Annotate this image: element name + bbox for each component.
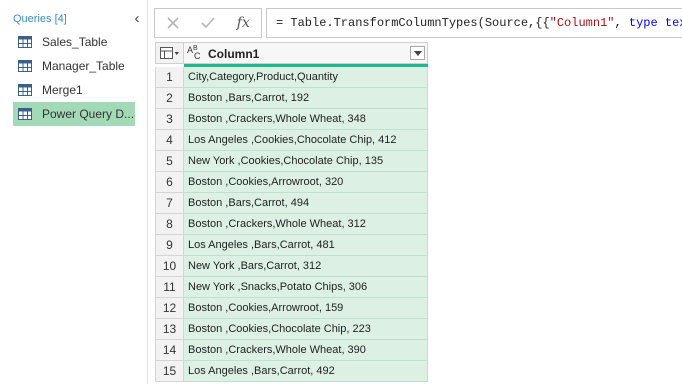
column-name: Column1 [208,47,260,61]
row-number[interactable]: 14 [155,340,184,361]
query-item-label: Power Query D... [42,107,135,121]
table-icon [18,36,32,48]
table-menu-button[interactable] [155,42,184,64]
table-cell[interactable]: Boston ,Cookies,Arrowroot, 159 [184,298,428,319]
commit-formula-button[interactable] [190,9,225,37]
table-row: 7 Boston ,Bars,Carrot, 494 [155,193,428,214]
table-icon [18,84,32,96]
table-cell[interactable]: New York ,Cookies,Chocolate Chip, 135 [184,151,428,172]
table-row: 2 Boston ,Bars,Carrot, 192 [155,88,428,109]
query-item[interactable]: Sales_Table [13,30,135,54]
fx-icon: fx [236,15,250,31]
close-icon [167,17,179,29]
query-item[interactable]: Merge1 [13,78,135,102]
row-number[interactable]: 3 [155,109,184,130]
query-item-label: Merge1 [42,83,83,97]
table-cell[interactable]: Boston ,Crackers,Whole Wheat, 312 [184,214,428,235]
table-icon [18,60,32,72]
row-number[interactable]: 4 [155,130,184,151]
table-row: 11 New York ,Snacks,Potato Chips, 306 [155,277,428,298]
collapse-pane-button[interactable]: ‹ [130,9,144,27]
check-icon [201,17,215,29]
table-cell[interactable]: Los Angeles ,Cookies,Chocolate Chip, 412 [184,130,428,151]
table-row: 3 Boston ,Crackers,Whole Wheat, 348 [155,109,428,130]
row-number[interactable]: 12 [155,298,184,319]
table-row: 6 Boston ,Cookies,Arrowroot, 320 [155,172,428,193]
row-number[interactable]: 8 [155,214,184,235]
chevron-down-icon [413,50,422,56]
table-row: 8 Boston ,Crackers,Whole Wheat, 312 [155,214,428,235]
table-row: 15 Los Angeles ,Bars,Carrot, 492 [155,361,428,382]
row-number[interactable]: 10 [155,256,184,277]
queries-header: Queries [4] [13,13,67,25]
row-number[interactable]: 9 [155,235,184,256]
table-cell[interactable]: New York ,Snacks,Potato Chips, 306 [184,277,428,298]
table-cell[interactable]: Boston ,Crackers,Whole Wheat, 348 [184,109,428,130]
row-number[interactable]: 5 [155,151,184,172]
table-row: 9 Los Angeles ,Bars,Carrot, 481 [155,235,428,256]
formula-string-token: "Column1" [549,16,615,30]
query-list: Sales_Table Manager_Table Merge1 Power Quer… [13,30,135,126]
table-cell[interactable]: Boston ,Cookies,Arrowroot, 320 [184,172,428,193]
row-number[interactable]: 6 [155,172,184,193]
table-row: 5 New York ,Cookies,Chocolate Chip, 135 [155,151,428,172]
column-header[interactable]: A B C Column1 [184,42,428,64]
formula-input[interactable]: = Table.TransformColumnTypes(Source,{{"C… [266,8,682,38]
row-number[interactable]: 7 [155,193,184,214]
text-type-icon[interactable]: A B C [187,45,204,62]
column-filter-button[interactable] [410,46,425,60]
query-item-label: Sales_Table [42,35,108,49]
table-row: 10 New York ,Bars,Carrot, 312 [155,256,428,277]
table-row: 1 City,Category,Product,Quantity [155,67,428,88]
query-item[interactable]: Manager_Table [13,54,135,78]
row-number[interactable]: 15 [155,361,184,382]
table-cell[interactable]: City,Category,Product,Quantity [184,67,428,88]
table-cell[interactable]: New York ,Bars,Carrot, 312 [184,256,428,277]
row-number[interactable]: 1 [155,67,184,88]
formula-text-part: = Table.TransformColumnTypes(Source,{{ [276,16,550,30]
table-row: 13 Boston ,Cookies,Chocolate Chip, 223 [155,319,428,340]
table-row: 12 Boston ,Cookies,Arrowroot, 159 [155,298,428,319]
table-menu-icon [159,47,179,59]
queries-pane: Queries [4] ‹ Sales_Table Manager_Table Me… [0,0,148,384]
formula-actions: fx [154,8,262,38]
data-grid: A B C Column1 1 City,Category,Product,Qua… [155,42,428,384]
chevron-left-icon: ‹ [134,9,140,27]
table-row: 14 Boston ,Crackers,Whole Wheat, 390 [155,340,428,361]
row-number[interactable]: 13 [155,319,184,340]
formula-text-part: , [614,16,629,30]
table-row: 4 Los Angeles ,Cookies,Chocolate Chip, 41… [155,130,428,151]
table-cell[interactable]: Boston ,Bars,Carrot, 192 [184,88,428,109]
query-item[interactable]: Power Query D... [13,102,135,126]
table-cell[interactable]: Boston ,Crackers,Whole Wheat, 390 [184,340,428,361]
table-cell[interactable]: Los Angeles ,Bars,Carrot, 481 [184,235,428,256]
query-item-label: Manager_Table [42,59,125,73]
table-cell[interactable]: Los Angeles ,Bars,Carrot, 492 [184,361,428,382]
table-icon [18,108,32,120]
cancel-formula-button[interactable] [155,9,190,37]
row-number[interactable]: 11 [155,277,184,298]
table-cell[interactable]: Boston ,Bars,Carrot, 494 [184,193,428,214]
row-number[interactable]: 2 [155,88,184,109]
formula-keyword-token: type text [628,16,682,30]
grid-rows: 1 City,Category,Product,Quantity 2 Boston ,… [155,67,428,382]
formula-bar: fx = Table.TransformColumnTypes(Source,{… [154,8,682,38]
insert-function-button[interactable]: fx [226,9,261,37]
table-cell[interactable]: Boston ,Cookies,Chocolate Chip, 223 [184,319,428,340]
